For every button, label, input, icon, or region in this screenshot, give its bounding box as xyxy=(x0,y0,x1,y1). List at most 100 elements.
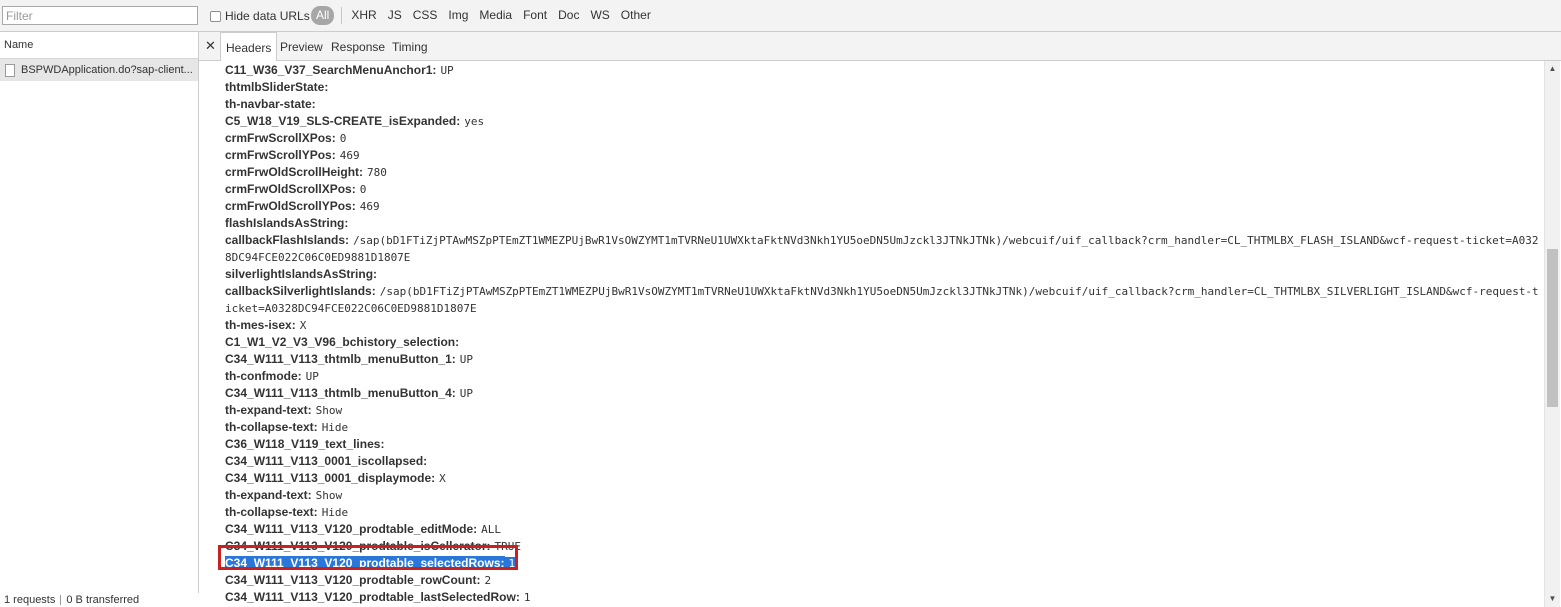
form-data-key: callbackSilverlightIslands: xyxy=(225,284,376,298)
type-filter-media[interactable]: Media xyxy=(479,5,512,26)
form-data-key: th-collapse-text: xyxy=(225,420,318,434)
type-filter-js[interactable]: JS xyxy=(388,5,402,26)
form-data-key: callbackFlashIslands: xyxy=(225,233,350,247)
form-data-key: th-mes-isex: xyxy=(225,318,296,332)
form-data-value: 0 xyxy=(339,132,347,145)
filter-input[interactable] xyxy=(2,6,198,25)
form-data-row: C5_W18_V19_SLS-CREATE_isExpanded: yes xyxy=(225,113,1541,130)
tab-preview[interactable]: Preview xyxy=(280,32,323,61)
form-data-row: C34_W111_V113_V120_prodtable_selectedRow… xyxy=(225,555,1541,572)
form-data-row: callbackFlashIslands:/sap(bD1FTiZjPTAwMS… xyxy=(225,232,1541,266)
scroll-down-arrow-icon[interactable]: ▼ xyxy=(1545,592,1560,606)
form-data-key: crmFrwScrollXPos: xyxy=(225,131,336,145)
type-filter-img[interactable]: Img xyxy=(448,5,468,26)
form-data-row: C1_W1_V2_V3_V96_bchistory_selection: xyxy=(225,334,1541,351)
form-data-value: 1 xyxy=(523,591,531,604)
form-data-row: C34_W111_V113_V120_prodtable_isCellerato… xyxy=(225,538,1541,555)
form-data-key: crmFrwOldScrollXPos: xyxy=(225,182,356,196)
type-filter-doc[interactable]: Doc xyxy=(558,5,579,26)
form-data-row: crmFrwOldScrollHeight: 780 xyxy=(225,164,1541,181)
form-data-key: C34_W111_V113_V120_prodtable_rowCount: xyxy=(225,573,481,587)
form-data-row: flashIslandsAsString: xyxy=(225,215,1541,232)
form-data-key: C34_W111_V113_V120_prodtable_editMode: xyxy=(225,522,478,536)
hide-data-urls-toggle[interactable]: Hide data URLs xyxy=(210,9,310,23)
form-data-row: C34_W111_V113_V120_prodtable_rowCount: 2 xyxy=(225,572,1541,589)
form-data-value: UP xyxy=(459,387,473,400)
request-row[interactable]: BSPWDApplication.do?sap-client... xyxy=(0,59,198,81)
form-data-key: C34_W111_V113_thtmlb_menuButton_1: xyxy=(225,352,456,366)
form-data-key: silverlightIslandsAsString: xyxy=(225,267,378,281)
request-name: BSPWDApplication.do?sap-client... xyxy=(21,64,193,76)
form-data-row: th-confmode: UP xyxy=(225,368,1541,385)
type-filter-css[interactable]: CSS xyxy=(413,5,438,26)
scroll-thumb[interactable] xyxy=(1547,249,1558,407)
form-data-key: C36_W118_V119_text_lines: xyxy=(225,437,385,451)
tab-timing[interactable]: Timing xyxy=(392,32,428,61)
form-data-row: C34_W111_V113_0001_iscollapsed: xyxy=(225,453,1541,470)
form-data-value: /sap(bD1FTiZjPTAwMSZpPTEmZT1WMEZPUjBwR1V… xyxy=(225,234,1539,264)
type-filter-font[interactable]: Font xyxy=(523,5,547,26)
form-data-value: Hide xyxy=(321,506,349,519)
filter-toolbar: Hide data URLs All XHR JS CSS Img Media … xyxy=(0,0,1561,32)
form-data-value: Show xyxy=(315,489,343,502)
form-data-row: C34_W111_V113_thtmlb_menuButton_1: UP xyxy=(225,351,1541,368)
type-filter-ws[interactable]: WS xyxy=(590,5,609,26)
form-data-row: callbackSilverlightIslands:/sap(bD1FTiZj… xyxy=(225,283,1541,317)
form-data-row: th-collapse-text: Hide xyxy=(225,504,1541,521)
form-data-list: C11_W36_V37_SearchMenuAnchor1: UP thtmlbSl… xyxy=(225,62,1541,606)
type-filter-all[interactable]: All xyxy=(311,6,335,25)
type-filter-other[interactable]: Other xyxy=(621,5,651,26)
form-data-value: TRUE xyxy=(494,540,522,553)
form-data-row: crmFrwOldScrollYPos: 469 xyxy=(225,198,1541,215)
form-data-key: C1_W1_V2_V3_V96_bchistory_selection: xyxy=(225,335,460,349)
form-data-row: crmFrwScrollYPos: 469 xyxy=(225,147,1541,164)
form-data-value: 1 xyxy=(504,557,516,570)
form-data-value: X xyxy=(299,319,307,332)
name-column-header[interactable]: Name xyxy=(0,32,198,59)
form-data-row: C34_W111_V113_thtmlb_menuButton_4: UP xyxy=(225,385,1541,402)
form-data-key: th-expand-text: xyxy=(225,403,312,417)
form-data-key: C5_W18_V19_SLS-CREATE_isExpanded: xyxy=(225,114,461,128)
form-data-row: th-mes-isex: X xyxy=(225,317,1541,334)
resource-type-filters: All XHR JS CSS Img Media Font Doc WS Oth… xyxy=(311,5,662,26)
headers-content[interactable]: C11_W36_V37_SearchMenuAnchor1: UP thtmlbSl… xyxy=(199,61,1544,607)
type-filter-xhr[interactable]: XHR xyxy=(351,5,376,26)
form-data-value: 2 xyxy=(484,574,492,587)
summary-divider xyxy=(60,595,62,606)
hide-data-urls-checkbox[interactable] xyxy=(210,10,221,22)
form-data-key: C34_W111_V113_thtmlb_menuButton_4: xyxy=(225,386,456,400)
tab-response[interactable]: Response xyxy=(331,32,385,61)
form-data-key: th-collapse-text: xyxy=(225,505,318,519)
request-count: 1 requests xyxy=(4,594,56,606)
vertical-scrollbar[interactable]: ▲ ▼ xyxy=(1544,61,1560,607)
form-data-row: silverlightIslandsAsString: xyxy=(225,266,1541,283)
form-data-value: X xyxy=(439,472,446,485)
transferred-size: 0 B transferred xyxy=(66,594,140,606)
form-data-value: ALL xyxy=(481,523,501,536)
document-icon xyxy=(5,63,15,77)
form-data-row: crmFrwOldScrollXPos: 0 xyxy=(225,181,1541,198)
form-data-row: C36_W118_V119_text_lines: xyxy=(225,436,1541,453)
form-data-value: yes xyxy=(464,115,485,128)
form-data-row: th-expand-text: Show xyxy=(225,402,1541,419)
form-data-key: th-confmode: xyxy=(225,369,302,383)
form-data-key: C34_W111_V113_V120_prodtable_selectedRow… xyxy=(225,556,505,570)
scroll-up-arrow-icon[interactable]: ▲ xyxy=(1545,62,1560,76)
form-data-key: crmFrwScrollYPos: xyxy=(225,148,336,162)
form-data-value: Hide xyxy=(321,421,349,434)
form-data-row: th-expand-text: Show xyxy=(225,487,1541,504)
request-details-pane: ✕ Headers Preview Response Timing C11_W3… xyxy=(199,32,1561,607)
form-data-value: 0 xyxy=(359,183,367,196)
form-data-value: 469 xyxy=(359,200,380,213)
network-summary: 1 requests 0 B transferred xyxy=(0,593,202,607)
form-data-value: 469 xyxy=(339,149,360,162)
form-data-row: thtmlbSliderState: xyxy=(225,79,1541,96)
close-icon[interactable]: ✕ xyxy=(205,39,216,53)
form-data-row: th-navbar-state: xyxy=(225,96,1541,113)
tab-headers[interactable]: Headers xyxy=(220,32,278,62)
form-data-key: th-navbar-state: xyxy=(225,97,316,111)
form-data-key: C34_W111_V113_0001_displaymode: xyxy=(225,471,436,485)
form-data-key: C34_W111_V113_V120_prodtable_isCellerato… xyxy=(225,539,491,553)
form-data-key: flashIslandsAsString: xyxy=(225,216,349,230)
form-data-row: th-collapse-text: Hide xyxy=(225,419,1541,436)
